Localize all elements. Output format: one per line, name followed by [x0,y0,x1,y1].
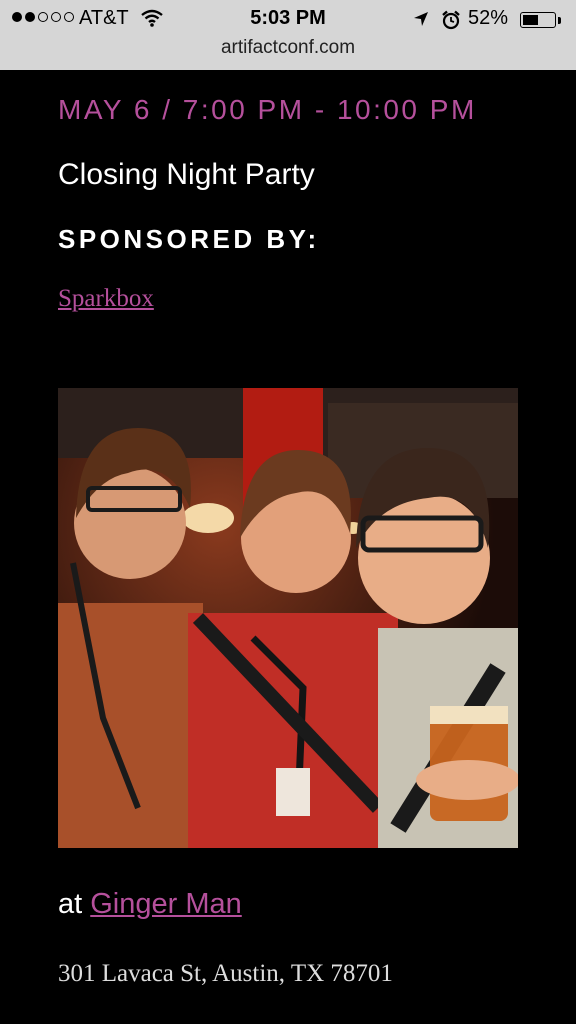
event-details: MAY 6 / 7:00 PM - 10:00 PM Closing Night… [58,92,528,313]
battery-tip [558,17,561,24]
event-date-time: MAY 6 / 7:00 PM - 10:00 PM [58,94,477,125]
venue-link[interactable]: Ginger Man [90,888,242,920]
venue-prefix: at [58,888,83,920]
address-bar-url[interactable]: artifactconf.com [0,37,576,59]
event-title: Closing Night Party [58,158,315,191]
venue-address: 301 Lavaca St, Austin, TX 78701 [58,960,393,987]
event-photo [58,388,518,848]
venue-line: at Ginger Man [58,888,242,921]
location-arrow-icon [414,12,428,26]
battery-percent: 52% [468,7,509,29]
event-photo-image [58,388,518,848]
sponsor-link[interactable]: Sparkbox [58,285,154,313]
status-bar: AT&T 5:03 PM 52% artifactconf.com [0,0,576,70]
battery-icon [520,12,556,28]
battery-level [523,15,538,25]
sponsored-by-label: SPONSORED BY: [58,224,320,254]
alarm-clock-icon [442,10,460,30]
